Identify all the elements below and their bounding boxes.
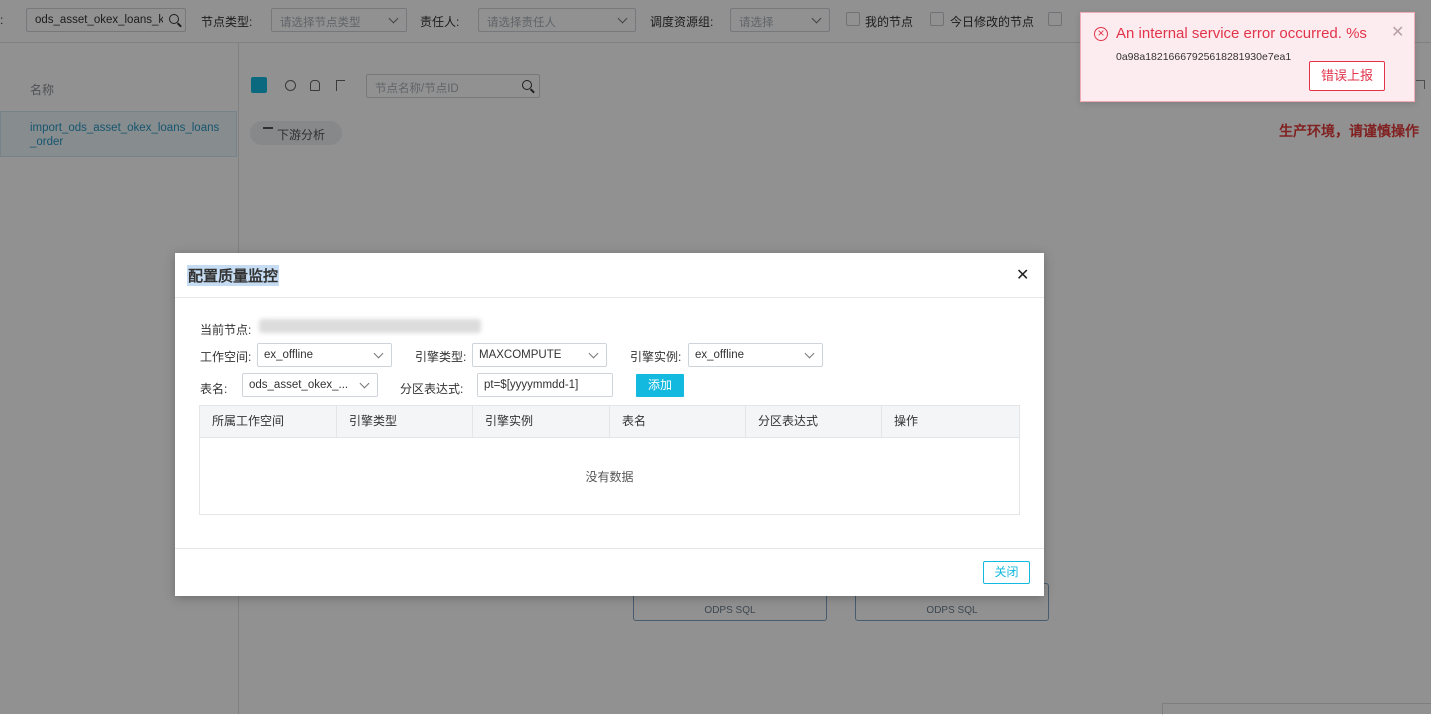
divider: [175, 548, 1044, 549]
chevron-down-icon: [588, 348, 599, 359]
chevron-down-icon: [359, 378, 370, 389]
engine-type-select[interactable]: MAXCOMPUTE: [472, 343, 607, 367]
table-header: 所属工作空间 引擎类型 引擎实例 表名 分区表达式 操作: [200, 406, 1019, 438]
engine-instance-select[interactable]: ex_offline: [688, 343, 823, 367]
workspace-label: 工作空间:: [200, 350, 252, 364]
column-header: 分区表达式: [746, 406, 882, 437]
error-message: An internal service error occurred. %s: [1116, 25, 1367, 42]
engine-instance-label: 引擎实例:: [630, 350, 682, 364]
request-id: 0a98a18216667925618281930e7ea1: [1116, 51, 1292, 63]
partition-expression-input[interactable]: pt=$[yyyymmdd-1]: [477, 373, 613, 397]
current-node-value-redacted: [259, 319, 481, 333]
column-header: 表名: [610, 406, 746, 437]
column-header: 引擎类型: [337, 406, 473, 437]
column-header: 所属工作空间: [200, 406, 337, 437]
error-toast: × An internal service error occurred. %s…: [1080, 12, 1415, 102]
close-icon[interactable]: ✕: [1016, 265, 1029, 285]
error-icon: ×: [1094, 27, 1108, 41]
workspace-select[interactable]: ex_offline: [257, 343, 392, 367]
report-error-button[interactable]: 错误上报: [1309, 61, 1385, 91]
column-header: 引擎实例: [473, 406, 610, 437]
engine-type-label: 引擎类型:: [415, 350, 467, 364]
current-node-label: 当前节点:: [200, 323, 252, 337]
table-name-select[interactable]: ods_asset_okex_...: [242, 373, 378, 397]
chevron-down-icon: [373, 348, 384, 359]
quality-monitor-dialog: 配置质量监控 ✕ 当前节点: 工作空间: ex_offline 引擎类型: MA…: [175, 253, 1044, 596]
partition-expression-label: 分区表达式:: [400, 382, 464, 396]
empty-state: 没有数据: [585, 470, 634, 484]
dialog-title: 配置质量监控: [187, 265, 280, 286]
chevron-down-icon: [804, 348, 815, 359]
divider: [175, 297, 1044, 298]
column-header: 操作: [894, 414, 919, 428]
table-name-label: 表名:: [200, 382, 228, 396]
monitor-table: 所属工作空间 引擎类型 引擎实例 表名 分区表达式 操作 没有数据: [199, 405, 1020, 515]
add-button[interactable]: 添加: [636, 374, 684, 397]
close-icon[interactable]: ✕: [1391, 22, 1404, 42]
close-button[interactable]: 关闭: [983, 561, 1030, 584]
